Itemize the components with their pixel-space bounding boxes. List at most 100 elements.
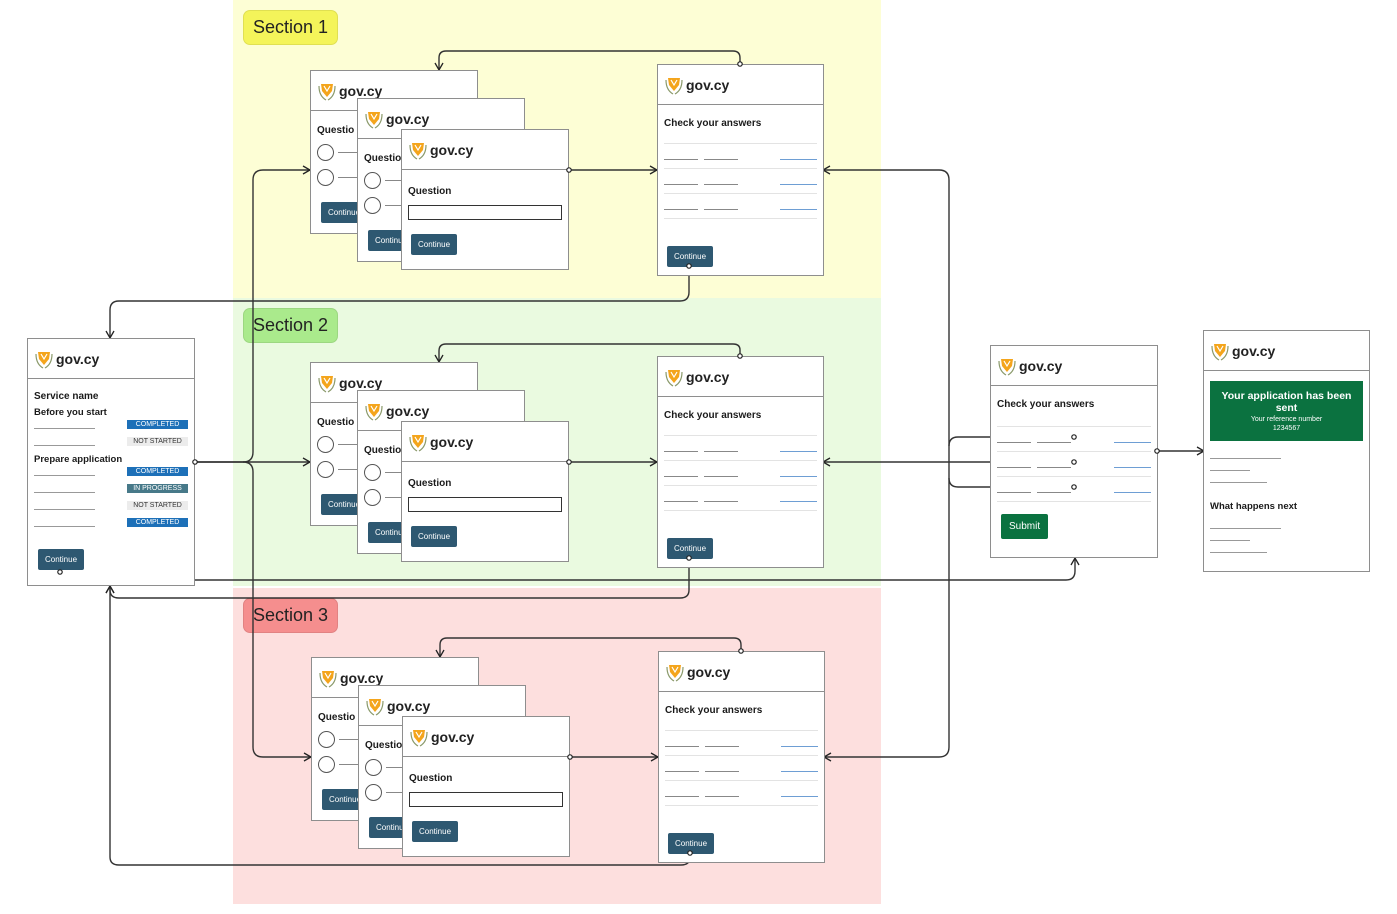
final-check-answers-page: gov.cy Check your answers Submit [990,345,1158,558]
logo-text: gov.cy [340,669,384,686]
change-link[interactable] [780,209,817,210]
status-badge: COMPLETED [127,467,188,476]
cyprus-crest-icon [408,139,428,161]
task-item[interactable]: NOT STARTED [34,435,188,452]
cyprus-crest-icon [409,726,429,748]
change-link[interactable] [1114,492,1151,493]
change-link[interactable] [1114,467,1151,468]
page-header: gov.cy [658,357,823,397]
continue-button[interactable]: Continue [667,246,714,267]
logo-text: gov.cy [386,110,430,127]
text-input[interactable] [408,497,562,512]
govcy-logo: gov.cy [408,139,473,161]
summary-row [664,435,817,460]
summary-row [664,168,817,193]
status-badge: NOT STARTED [127,437,188,446]
logo-text: gov.cy [386,402,430,419]
cyprus-crest-icon [34,348,54,370]
govcy-logo: gov.cy [364,108,429,130]
cyprus-crest-icon [664,74,684,96]
group-heading-prepare-application: Prepare application [34,454,123,465]
page-title: Check your answers [664,118,762,129]
change-link[interactable] [780,184,817,185]
govcy-logo: gov.cy [665,661,730,683]
govcy-logo: gov.cy [364,400,429,422]
summary-row [665,755,818,780]
cyprus-crest-icon [665,661,685,683]
confirmation-panel: Your application has been sent Your refe… [1210,381,1363,441]
continue-button[interactable]: Continue [667,538,714,559]
section-1-label: Section 1 [243,10,339,45]
task-item[interactable]: COMPLETED [34,465,188,482]
logo-text: gov.cy [431,728,475,745]
govcy-logo: gov.cy [34,348,99,370]
status-badge: COMPLETED [127,518,188,527]
status-badge: COMPLETED [127,420,188,429]
change-link[interactable] [780,159,817,160]
check-answers-page: gov.cy Check your answers Continue [658,651,825,863]
page-header: gov.cy [28,339,194,379]
change-link[interactable] [781,796,818,797]
what-happens-next-heading: What happens next [1210,501,1298,512]
task-list-page: gov.cy Service name Before you start COM… [27,338,195,586]
logo-text: gov.cy [687,663,731,680]
continue-button[interactable]: Continue [411,526,458,547]
logo-text: gov.cy [387,697,431,714]
summary-row [997,476,1151,501]
question-label: Question [408,186,452,197]
logo-text: gov.cy [686,368,730,385]
task-item[interactable]: COMPLETED [34,516,188,533]
page-header: gov.cy [402,422,568,462]
cyprus-crest-icon [408,431,428,453]
continue-button[interactable]: Continue [38,549,85,570]
summary-row [665,730,818,755]
change-link[interactable] [780,451,817,452]
continue-button[interactable]: Continue [411,234,458,255]
cyprus-crest-icon [364,108,384,130]
submit-button[interactable]: Submit [1001,514,1049,539]
text-question-page: gov.cy Question Continue [402,716,570,857]
reference-label: Your reference number [1250,416,1323,423]
cyprus-crest-icon [318,667,338,689]
task-item[interactable]: IN PROGRESS [34,482,188,499]
page-header: gov.cy [658,65,823,105]
question-label: Question [409,773,453,784]
logo-text: gov.cy [339,82,383,99]
logo-text: gov.cy [1019,357,1063,374]
continue-button[interactable]: Continue [668,833,715,854]
page-header: gov.cy [991,346,1157,386]
govcy-logo: gov.cy [664,366,729,388]
page-header: gov.cy [1204,331,1369,371]
summary-row [665,780,818,805]
govcy-logo: gov.cy [664,74,729,96]
govcy-logo: gov.cy [408,431,473,453]
page-header: gov.cy [659,652,824,692]
summary-row [997,426,1151,451]
continue-button[interactable]: Continue [412,821,459,842]
cyprus-crest-icon [317,372,337,394]
status-badge: IN PROGRESS [127,484,188,493]
task-item[interactable]: NOT STARTED [34,499,188,516]
reference-number: 1234567 [1272,425,1301,432]
logo-text: gov.cy [1232,342,1276,359]
logo-text: gov.cy [430,433,474,450]
check-answers-page: gov.cy Check your answers Continue [657,64,824,276]
govcy-logo: gov.cy [409,726,474,748]
page-title: Check your answers [665,705,763,716]
change-link[interactable] [1114,442,1151,443]
text-question-page: gov.cy Question Continue [401,129,569,270]
change-link[interactable] [780,501,817,502]
task-item[interactable]: COMPLETED [34,418,188,435]
check-answers-page: gov.cy Check your answers Continue [657,356,824,568]
cyprus-crest-icon [317,80,337,102]
page-header: gov.cy [403,717,569,757]
govcy-logo: gov.cy [1210,340,1275,362]
change-link[interactable] [781,771,818,772]
change-link[interactable] [780,476,817,477]
text-input[interactable] [408,205,562,220]
summary-row [664,143,817,168]
section-3-label: Section 3 [243,598,339,633]
text-input[interactable] [409,792,563,807]
change-link[interactable] [781,746,818,747]
summary-row [664,485,817,510]
